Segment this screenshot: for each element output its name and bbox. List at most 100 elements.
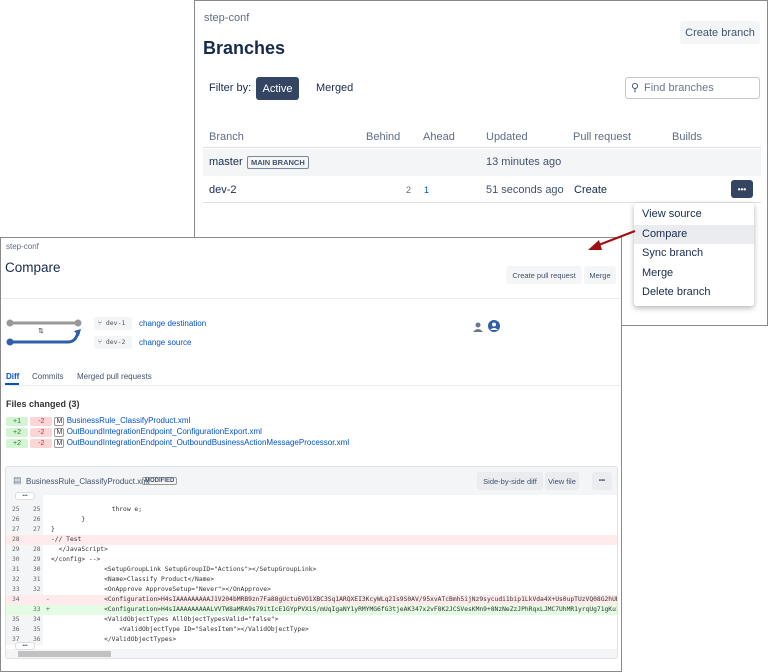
new-line-number: 25 xyxy=(33,506,41,513)
menu-item-compare[interactable]: Compare xyxy=(634,224,754,244)
filter-label: Filter by: xyxy=(209,82,252,94)
diff-line: 29 28 </JavaScript> xyxy=(6,545,617,555)
code-text: </config> --> xyxy=(51,556,101,563)
compare-window: step-conf Compare Create pull request Me… xyxy=(0,237,622,672)
destination-branch-chip[interactable]: ⑂ dev-1 xyxy=(94,317,132,330)
behind-count: 2 xyxy=(406,185,412,195)
file-item[interactable]: +1 -2 M BusinessRule_ClassifyProduct.xml xyxy=(6,415,349,426)
diff-line: 33 32 <OnApprove ApproveSetup="Never"></O… xyxy=(6,585,617,595)
project-breadcrumb[interactable]: step-conf xyxy=(204,12,249,24)
menu-item-merge[interactable]: Merge xyxy=(634,264,754,284)
code-text: </JavaScript> xyxy=(51,546,108,553)
menu-item-sync-branch[interactable]: Sync branch xyxy=(634,244,754,264)
source-branch-name: dev-2 xyxy=(105,338,126,346)
create-pr-link[interactable]: Create xyxy=(574,184,607,196)
column-updated: Updated xyxy=(486,131,528,143)
old-line-number: 33 xyxy=(12,586,20,593)
tab-diff[interactable]: Diff xyxy=(6,372,19,381)
file-link[interactable]: BusinessRule_ClassifyProduct.xml xyxy=(67,416,191,425)
diff-line: 36 35 <ValidObjectType ID="SalesItem"></V… xyxy=(6,625,617,635)
tab-commits[interactable]: Commits xyxy=(32,372,64,381)
branch-actions-menu: View source Compare Sync branch Merge De… xyxy=(634,203,754,306)
file-item[interactable]: +2 -2 M OutBoundIntegrationEndpoint_Outb… xyxy=(6,437,349,448)
menu-item-view-source[interactable]: View source xyxy=(634,205,754,225)
new-line-number: 34 xyxy=(33,616,41,623)
diff-line: 25 25 throw e; xyxy=(6,505,617,515)
code-text: <ValidObjectType ID="SalesItem"></ValidO… xyxy=(51,626,309,633)
file-diff-panel: ▤ BusinessRule_ClassifyProduct.xml MODIF… xyxy=(5,466,618,659)
old-line-number: 36 xyxy=(12,626,20,633)
reviewers-icon[interactable] xyxy=(472,320,504,334)
branch-graph-icon xyxy=(6,319,82,346)
diff-line: 31 30 <SetupGroupLink SetupGroupID="Actio… xyxy=(6,565,617,575)
modified-icon: M xyxy=(54,439,65,448)
deletions-badge: -2 xyxy=(30,439,53,448)
diff-line: 26 26 } xyxy=(6,515,617,525)
search-placeholder: Find branches xyxy=(644,82,714,94)
horizontal-scrollbar[interactable] xyxy=(6,649,617,658)
filter-active-button[interactable]: Active xyxy=(256,77,299,100)
project-breadcrumb[interactable]: step-conf xyxy=(6,242,39,251)
old-line-number: 29 xyxy=(12,546,20,553)
source-branch-chip[interactable]: ⑂ dev-2 xyxy=(94,336,132,349)
view-file-button[interactable]: View file xyxy=(545,472,579,490)
old-line-number: 32 xyxy=(12,576,20,583)
file-item[interactable]: +2 -2 M OutBoundIntegrationEndpoint_Conf… xyxy=(6,426,349,437)
code-text: throw e; xyxy=(51,506,142,513)
modified-icon: M xyxy=(54,428,65,437)
diff-file-name: BusinessRule_ClassifyProduct.xml xyxy=(26,477,150,486)
code-text: <SetupGroupLink SetupGroupID="Actions"><… xyxy=(51,566,317,573)
code-text: <Name>Classify Product</Name> xyxy=(51,576,215,583)
expand-up-button[interactable]: ••• xyxy=(15,492,35,500)
deletions-badge: -2 xyxy=(30,428,53,437)
diff-line: 27 27} xyxy=(6,525,617,535)
code-text: <ValidObjectTypes AllObjectTypesValid="f… xyxy=(51,616,279,623)
find-branches-input[interactable]: ⚲ Find branches xyxy=(625,77,760,99)
code-text: <OnApprove ApproveSetup="Never"></OnAppr… xyxy=(51,586,271,593)
create-branch-button[interactable]: Create branch xyxy=(680,21,760,44)
diff-sign: - xyxy=(46,596,50,603)
files-list: +1 -2 M BusinessRule_ClassifyProduct.xml… xyxy=(6,415,349,448)
more-actions-button[interactable]: ••• xyxy=(731,180,753,198)
new-line-number: 28 xyxy=(33,546,41,553)
table-row[interactable]: master MAIN BRANCH 13 minutes ago xyxy=(203,149,761,176)
diff-line: 32 31 <Name>Classify Product</Name> xyxy=(6,575,617,585)
file-more-button[interactable]: ••• xyxy=(592,472,612,490)
create-pull-request-button[interactable]: Create pull request xyxy=(506,266,582,284)
tab-merged-pull-requests[interactable]: Merged pull requests xyxy=(77,372,152,381)
diff-sign: + xyxy=(46,606,50,613)
filter-merged-button[interactable]: Merged xyxy=(316,82,353,94)
swap-icon[interactable]: ⇅ xyxy=(38,327,44,335)
side-by-side-diff-button[interactable]: Side-by-side diff xyxy=(477,472,543,490)
menu-item-delete-branch[interactable]: Delete branch xyxy=(634,283,754,303)
column-ahead: Ahead xyxy=(423,131,455,143)
old-line-number: 31 xyxy=(12,566,20,573)
deletions-badge: -2 xyxy=(30,417,53,426)
expand-down-button[interactable]: ••• xyxy=(15,642,35,650)
modified-badge: MODIFIED xyxy=(142,477,178,485)
new-line-number: 33 xyxy=(33,606,41,613)
page-title: Branches xyxy=(203,38,286,58)
ahead-count[interactable]: 1 xyxy=(424,185,429,195)
branch-icon: ⑂ xyxy=(98,319,106,327)
diff-line: 28 -// Test xyxy=(6,535,617,545)
search-icon: ⚲ xyxy=(631,82,640,94)
main-branch-badge: MAIN BRANCH xyxy=(247,156,309,169)
branch-name[interactable]: master xyxy=(209,156,243,168)
additions-badge: +2 xyxy=(6,428,28,437)
old-line-number: 25 xyxy=(12,506,20,513)
modified-icon: M xyxy=(54,417,65,426)
diff-header: ▤ BusinessRule_ClassifyProduct.xml MODIF… xyxy=(6,467,617,495)
file-icon: ▤ xyxy=(13,475,22,485)
branch-name[interactable]: dev-2 xyxy=(209,184,237,196)
merge-button[interactable]: Merge xyxy=(584,266,616,284)
new-line-number: 35 xyxy=(33,626,41,633)
change-source-link[interactable]: change source xyxy=(139,338,191,347)
table-row[interactable]: dev-2 2 1 51 seconds ago Create ••• xyxy=(203,176,761,203)
diff-line: 35 34 <ValidObjectTypes AllObjectTypesVal… xyxy=(6,615,617,625)
file-link[interactable]: OutBoundIntegrationEndpoint_Configuratio… xyxy=(67,427,262,436)
change-destination-link[interactable]: change destination xyxy=(139,319,206,328)
file-link[interactable]: OutBoundIntegrationEndpoint_OutboundBusi… xyxy=(67,438,349,447)
page-title: Compare xyxy=(5,260,61,275)
diff-line: 37 36 </ValidObjectTypes> xyxy=(6,635,617,645)
